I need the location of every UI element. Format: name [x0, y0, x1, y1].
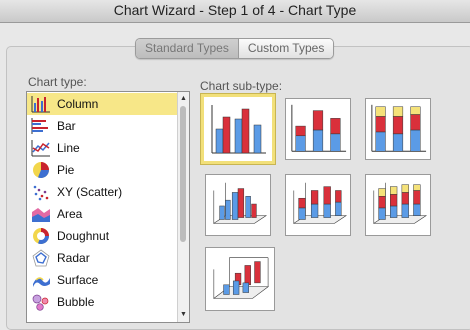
scatter-chart-icon [30, 182, 52, 202]
3d-stacked-column-icon [292, 182, 348, 224]
subtype-stacked-column[interactable] [285, 98, 351, 160]
scroll-up-arrow-icon[interactable]: ▲ [178, 93, 189, 104]
radar-chart-icon [30, 248, 52, 268]
chart-type-label-area: Area [57, 207, 83, 221]
chart-type-scrollbar[interactable]: ▲ ▼ [177, 92, 189, 322]
tab-standard-types[interactable]: Standard Types [136, 39, 239, 58]
3d-column-icon [212, 257, 269, 299]
chart-type-label-surface: Surface [57, 273, 99, 287]
chart-type-label-line: Line [57, 141, 80, 155]
3d-clustered-column-icon [212, 182, 268, 224]
tab-control: Standard Types Custom Types [135, 38, 335, 59]
tab-custom-types[interactable]: Custom Types [238, 39, 334, 58]
surface-chart-icon [30, 270, 52, 290]
subtype-100-percent-stacked-column[interactable] [365, 98, 431, 160]
subtype-3d-clustered-column[interactable] [205, 174, 271, 236]
chart-subtype-label: Chart sub-type: [200, 79, 283, 93]
chart-type-item-radar[interactable]: Radar [27, 247, 177, 269]
chart-type-item-area[interactable]: Area [27, 203, 177, 225]
line-chart-icon [30, 138, 52, 158]
column-chart-icon [30, 94, 52, 114]
bar-chart-icon [30, 116, 52, 136]
chart-type-item-surface[interactable]: Surface [27, 269, 177, 291]
chart-type-label-column: Column [57, 97, 99, 111]
chart-type-label-pie: Pie [57, 163, 75, 177]
clustered-column-icon [211, 105, 266, 154]
bubble-chart-icon [30, 292, 52, 312]
chart-type-item-column[interactable]: Column [27, 93, 177, 115]
chart-type-label-doughnut: Doughnut [57, 229, 110, 243]
window-title: Chart Wizard - Step 1 of 4 - Chart Type [0, 0, 470, 23]
chart-type-label: Chart type: [28, 75, 87, 89]
doughnut-chart-icon [30, 226, 52, 246]
chart-type-item-pie[interactable]: Pie [27, 159, 177, 181]
subtype-3d-stacked-column[interactable] [285, 174, 351, 236]
chart-type-label-bar: Bar [57, 119, 76, 133]
chart-type-label-scatter: XY (Scatter) [57, 185, 123, 199]
chart-type-list[interactable]: Column Bar Line Pie XY (Scatter) Area Do… [26, 91, 190, 323]
subtype-3d-column[interactable] [205, 247, 275, 311]
chart-type-item-scatter[interactable]: XY (Scatter) [27, 181, 177, 203]
pie-chart-icon [30, 160, 52, 180]
3d-percent-stacked-column-icon [372, 182, 428, 224]
chart-type-item-bar[interactable]: Bar [27, 115, 177, 137]
scroll-down-arrow-icon[interactable]: ▼ [178, 309, 189, 320]
area-chart-icon [30, 204, 52, 224]
stacked-column-icon [291, 104, 347, 152]
scroll-thumb[interactable] [180, 106, 186, 242]
subtype-3d-100-percent-stacked-column[interactable] [365, 174, 431, 236]
chart-type-item-line[interactable]: Line [27, 137, 177, 159]
chart-type-label-radar: Radar [57, 251, 90, 265]
chart-type-item-bubble[interactable]: Bubble [27, 291, 177, 313]
chart-type-item-doughnut[interactable]: Doughnut [27, 225, 177, 247]
subtype-clustered-column[interactable] [201, 94, 275, 164]
percent-stacked-column-icon [371, 104, 427, 152]
chart-type-label-bubble: Bubble [57, 295, 95, 309]
